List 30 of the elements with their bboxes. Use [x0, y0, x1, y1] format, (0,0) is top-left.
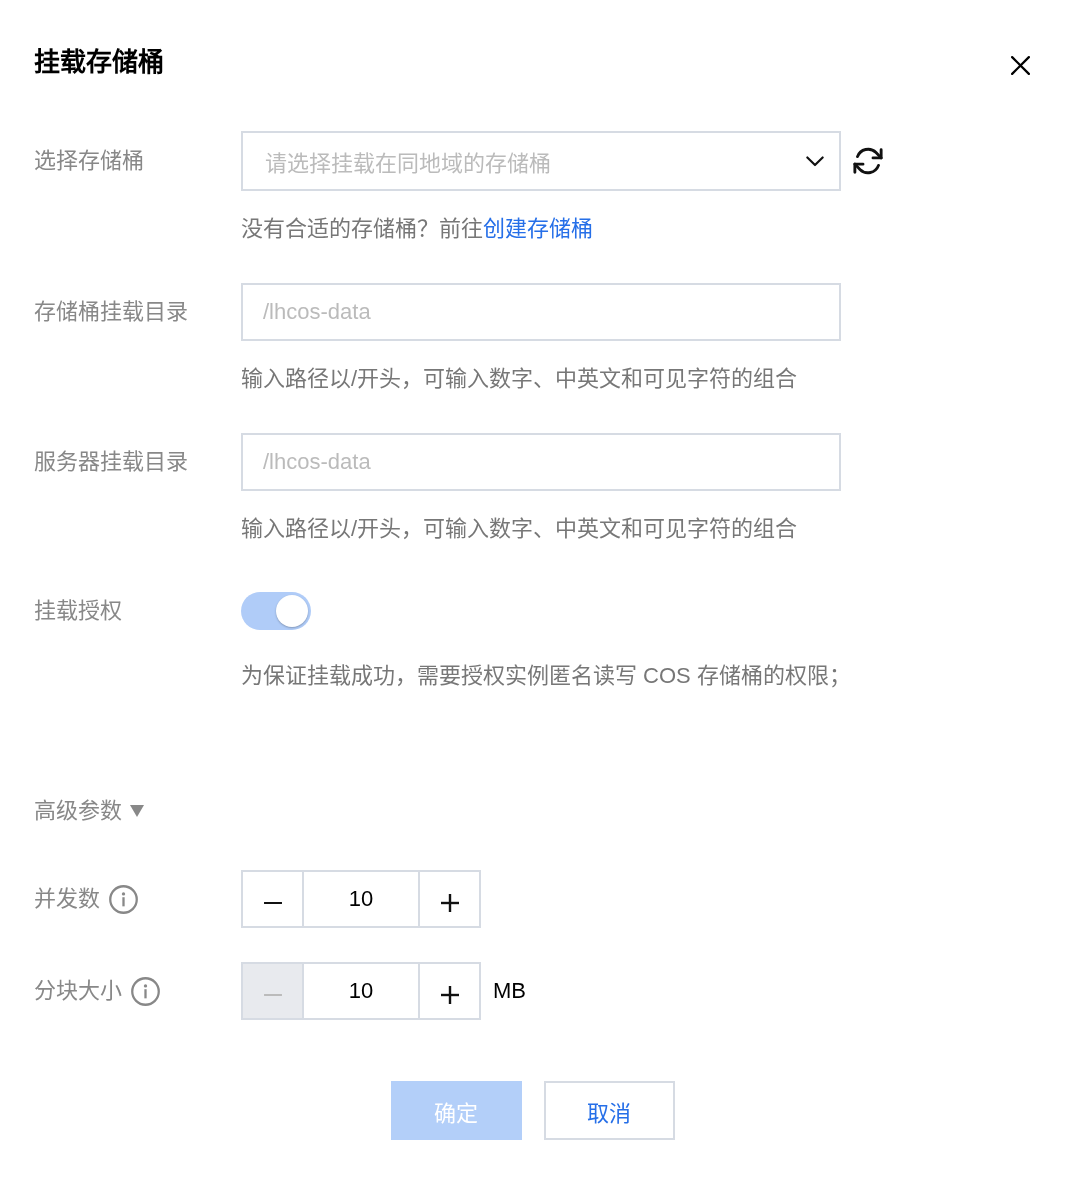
refresh-icon[interactable]	[853, 146, 883, 176]
number-stepper[interactable]: 10	[241, 962, 481, 1020]
info-icon[interactable]	[109, 884, 138, 914]
field-hint: 没有合适的存储桶？前往创建存储桶	[241, 215, 593, 243]
field-label: 服务器挂载目录	[34, 448, 188, 476]
cancel-button[interactable]: 取消	[543, 1081, 675, 1140]
field-label: 分块大小	[34, 977, 122, 1005]
close-icon[interactable]	[1011, 55, 1030, 75]
info-icon[interactable]	[131, 976, 160, 1006]
number-input[interactable]: 10	[302, 964, 420, 1018]
number-input[interactable]: 10	[302, 872, 420, 926]
chevron-down-icon	[806, 155, 824, 167]
field-hint: 输入路径以/开头，可输入数字、中英文和可见字符的组合	[241, 365, 798, 393]
field-label: 并发数	[34, 885, 100, 913]
minus-icon	[263, 993, 282, 997]
field-label: 挂载授权	[34, 597, 122, 625]
number-stepper[interactable]: 10	[241, 870, 481, 928]
path-input[interactable]: /lhcos-data	[241, 433, 841, 491]
minus-icon	[263, 901, 282, 905]
plus-icon	[440, 894, 459, 912]
create-bucket-link[interactable]: 创建存储桶	[483, 216, 593, 241]
advanced-toggle[interactable]: 高级参数	[34, 795, 144, 827]
path-input[interactable]: /lhcos-data	[241, 283, 841, 341]
field-label: 存储桶挂载目录	[34, 298, 188, 326]
field-label: 选择存储桶	[34, 147, 144, 175]
unit-label: MB	[493, 978, 526, 1004]
dialog-title: 挂载存储桶	[34, 46, 164, 79]
field-hint: 为保证挂载成功，需要授权实例匿名读写 COS 存储桶的权限；	[241, 662, 851, 690]
plus-icon	[440, 986, 459, 1004]
field-hint: 输入路径以/开头，可输入数字、中英文和可见字符的组合	[241, 515, 798, 543]
